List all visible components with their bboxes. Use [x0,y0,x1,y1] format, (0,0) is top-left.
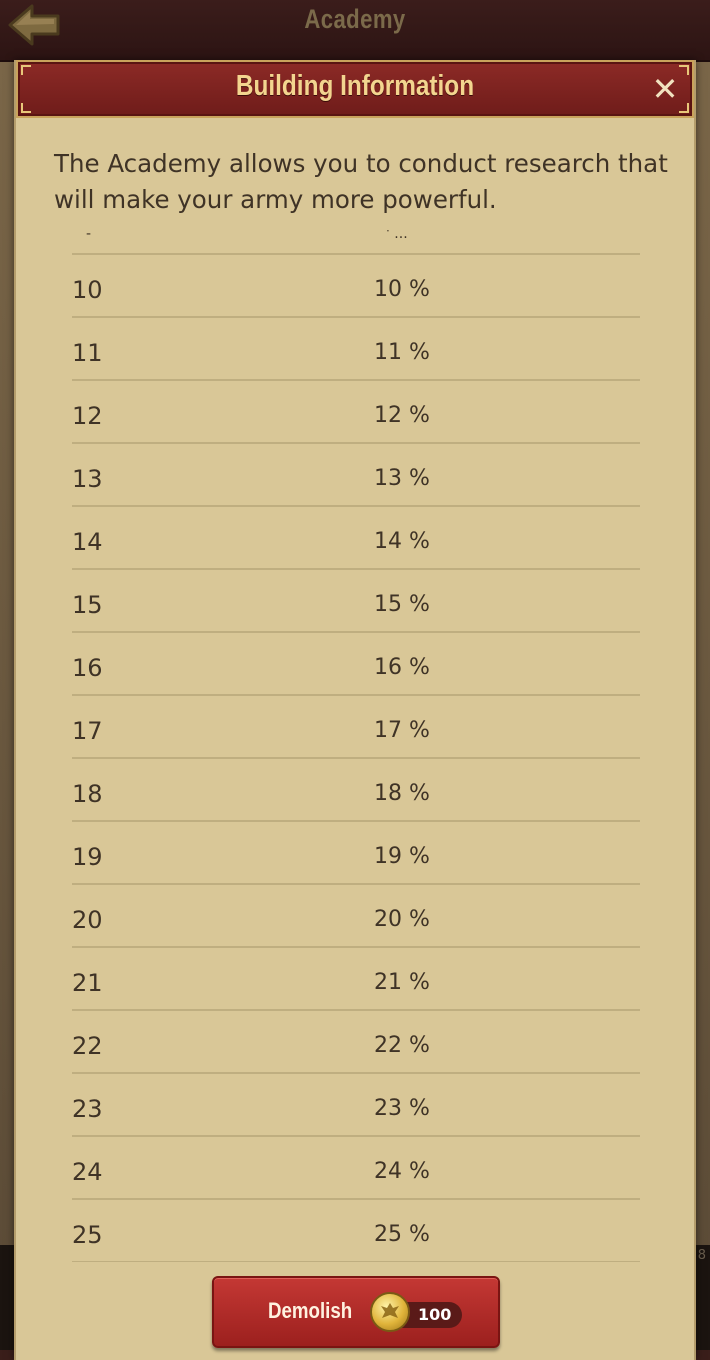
bonus-cell: 12 % [374,403,430,428]
table-row: 16 16 % [72,633,640,696]
level-cell: 23 [72,1095,103,1123]
table-row: 25 25 % [72,1200,640,1262]
level-cell: 22 [72,1032,103,1060]
bonus-cell: 20 % [374,907,430,932]
building-description: The Academy allows you to conduct resear… [54,149,668,214]
table-row: 21 21 % [72,948,640,1011]
close-icon: ✕ [651,70,679,108]
modal-title: Building Information [235,70,475,102]
bonus-cell: 17 % [374,718,430,743]
modal-header: Building Information ✕ [16,60,694,118]
table-row: 13 13 % [72,444,640,507]
header-corner-ornament [679,103,689,113]
table-row: 22 22 % [72,1011,640,1074]
backdrop-right [694,62,710,1350]
table-row: 14 14 % [72,507,640,570]
level-cell: 24 [72,1158,103,1186]
back-arrow-icon [8,4,60,46]
level-cell: 14 [72,528,103,556]
level-cell: 15 [72,591,103,619]
header-corner-ornament [21,103,31,113]
bonus-cell: 22 % [374,1033,430,1058]
level-cell: 21 [72,969,103,997]
level-cell: 10 [72,276,103,304]
level-bonus-table[interactable]: - ' ... 10 10 % 11 11 % 12 12 % 13 13 % 14 14 % 15 1… [72,230,640,1262]
level-cell: 18 [72,780,103,808]
table-row: 15 15 % [72,570,640,633]
partially-hidden-row: - ' ... [72,230,640,255]
bonus-cell: 13 % [374,466,430,491]
level-cell: 12 [72,402,103,430]
demolish-button[interactable]: Demolish 100 [212,1276,500,1348]
demolish-label: Demolish [268,1298,353,1323]
level-cell: 19 [72,843,103,871]
table-row: 17 17 % [72,696,640,759]
level-cell: 17 [72,717,103,745]
table-row: 23 23 % [72,1074,640,1137]
table-row: 12 12 % [72,381,640,444]
bonus-cell: 23 % [374,1096,430,1121]
header-corner-ornament [21,65,31,75]
back-button[interactable] [6,2,64,48]
bonus-cell: 25 % [374,1222,430,1247]
level-cell: 25 [72,1221,103,1249]
eagle-emblem-icon [381,1303,399,1318]
gold-coin-icon [370,1292,410,1332]
bonus-cell: 19 % [374,844,430,869]
level-cell: 16 [72,654,103,682]
table-row: 19 19 % [72,822,640,885]
page-title: Academy [304,4,406,34]
table-row: 10 10 % [72,255,640,318]
bonus-cell: 16 % [374,655,430,680]
level-cell: 11 [72,339,103,367]
demolish-cost: 100 [418,1305,452,1324]
bonus-cell: 24 % [374,1159,430,1184]
top-bar: Academy [0,0,710,62]
table-row: 20 20 % [72,885,640,948]
backdrop-edge-digit: 8 [697,1248,706,1263]
bonus-cell: 11 % [374,340,430,365]
bonus-cell: 18 % [374,781,430,806]
close-button[interactable]: ✕ [650,73,680,105]
bonus-cell: 14 % [374,529,430,554]
bonus-cell: 15 % [374,592,430,617]
table-row: 11 11 % [72,318,640,381]
building-info-modal: Building Information ✕ The Academy allow… [14,60,696,1360]
table-row: 24 24 % [72,1137,640,1200]
header-corner-ornament [679,65,689,75]
level-cell: 13 [72,465,103,493]
level-cell: 20 [72,906,103,934]
table-row: 18 18 % [72,759,640,822]
bonus-cell: 21 % [374,970,430,995]
bonus-cell: 10 % [374,277,430,302]
